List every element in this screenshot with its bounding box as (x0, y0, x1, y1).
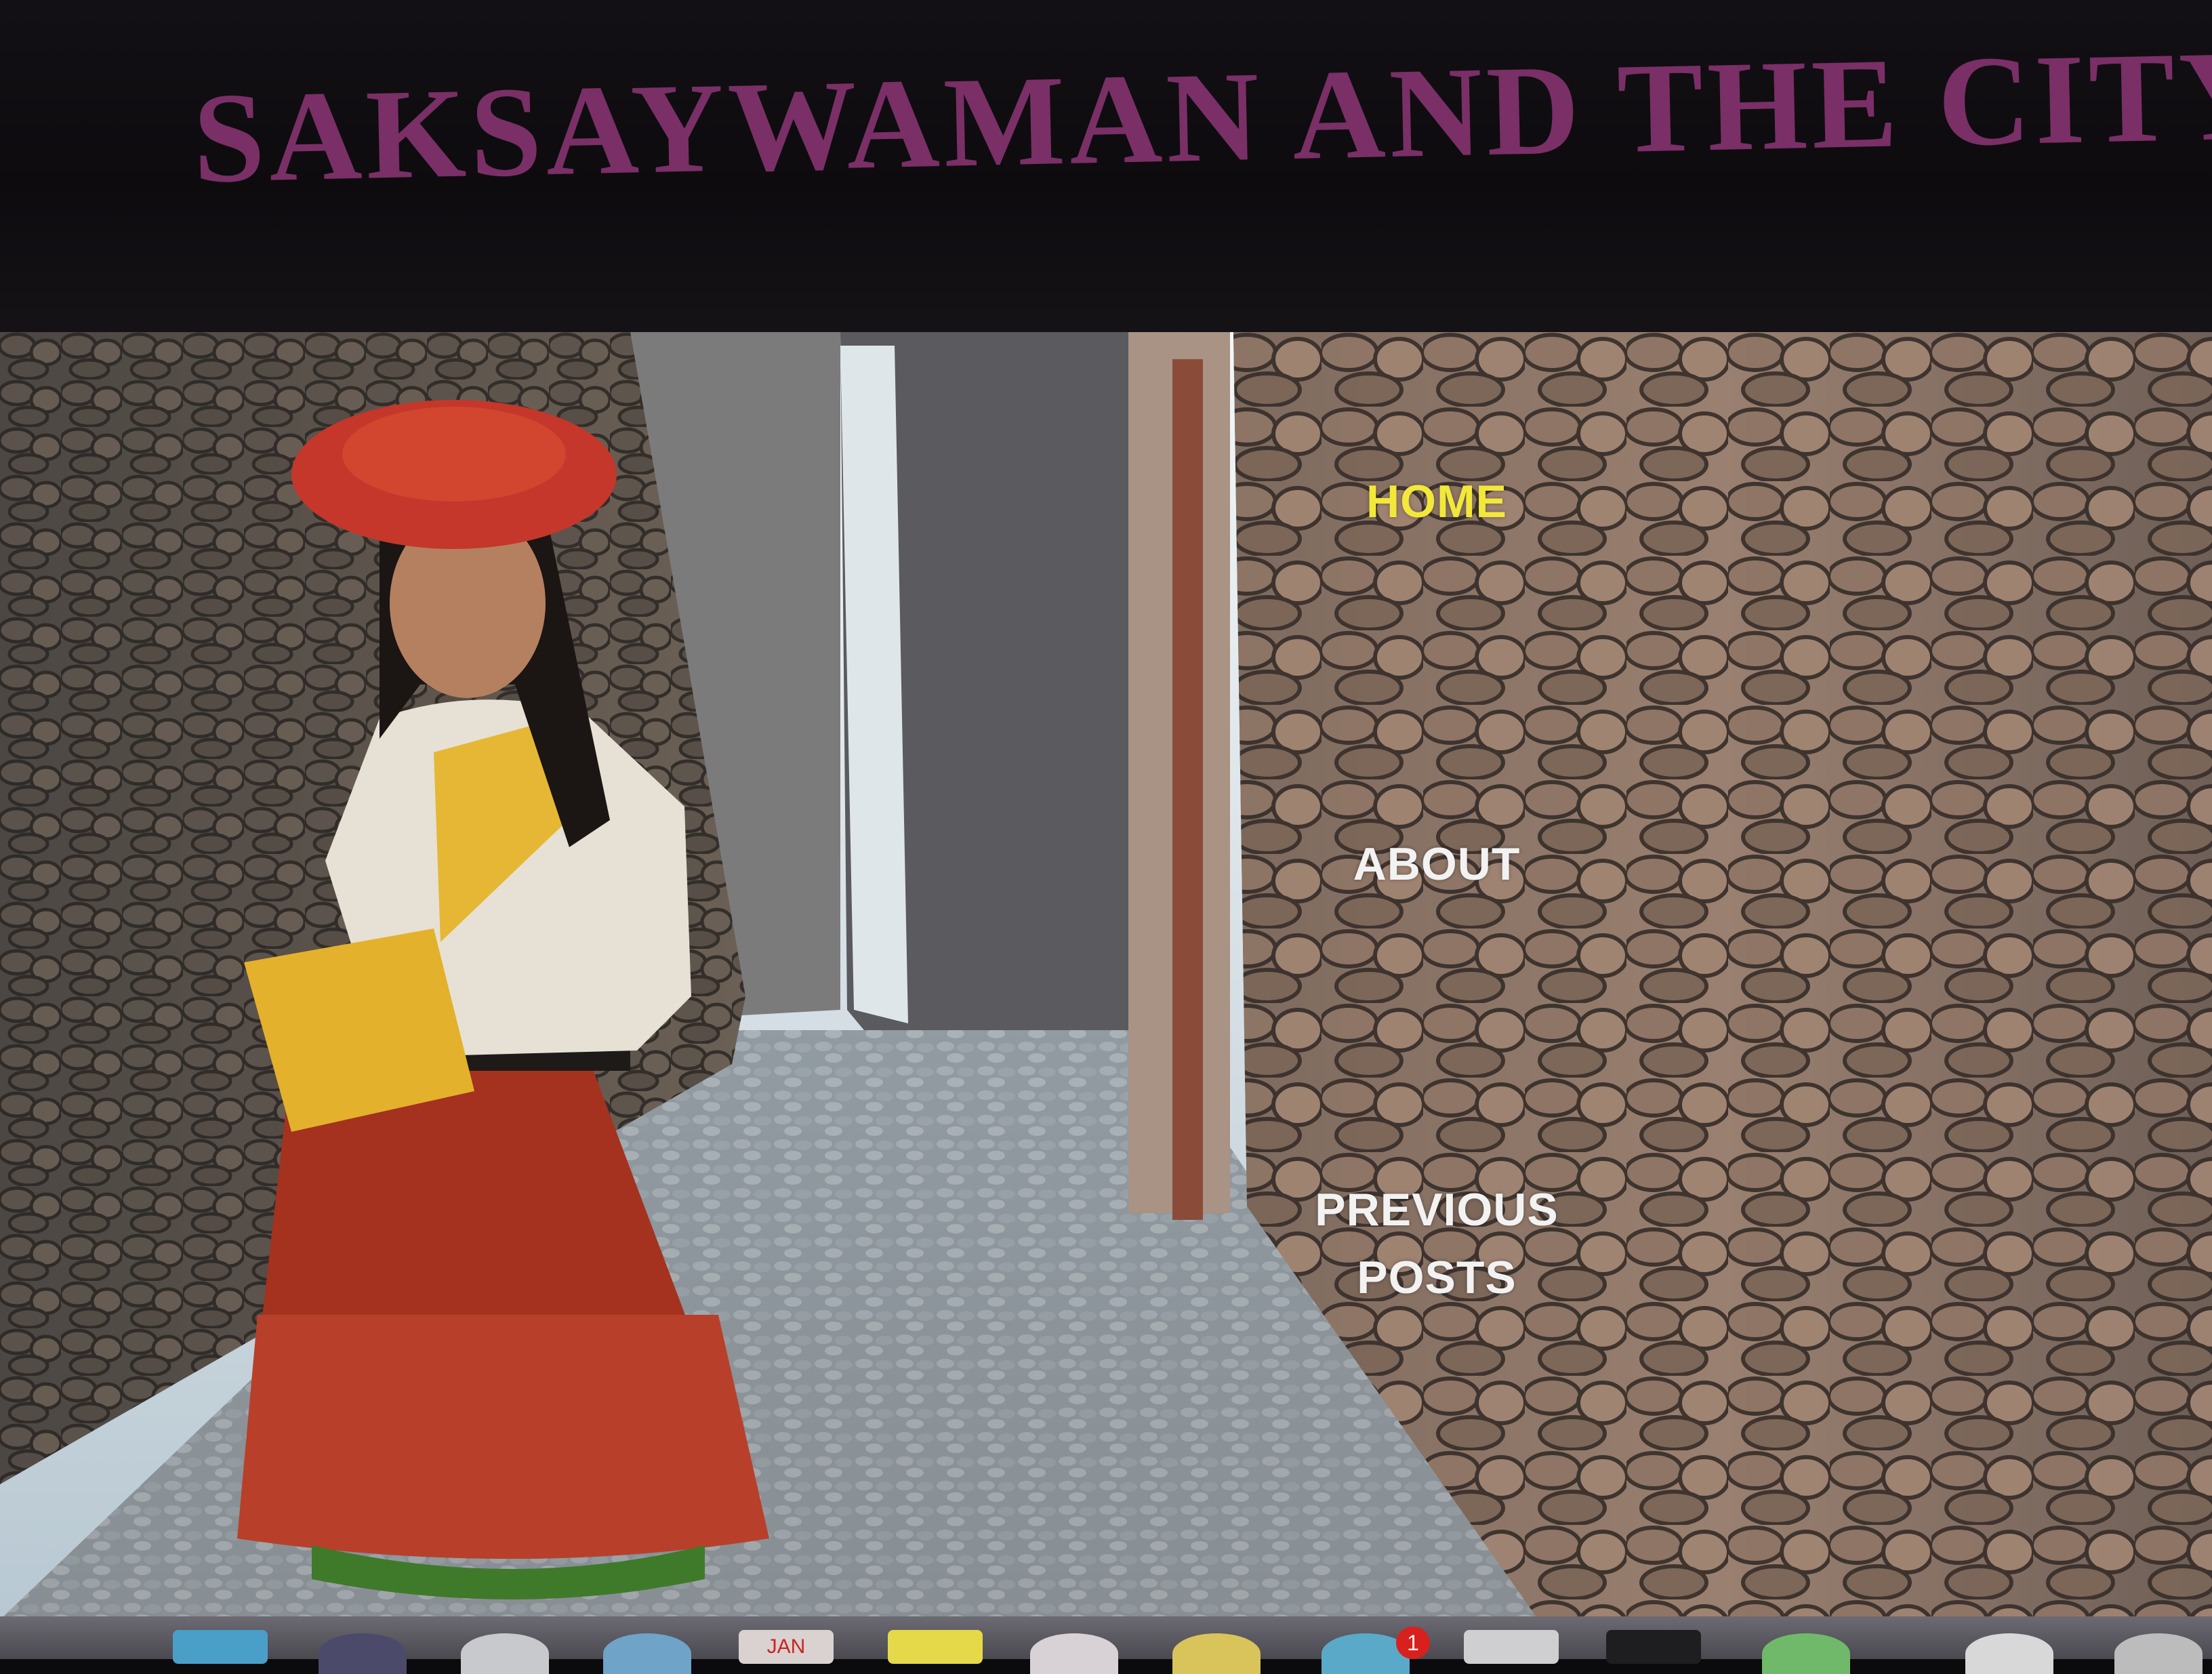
app-icon[interactable] (1030, 1633, 1118, 1674)
app-icon[interactable] (1762, 1633, 1850, 1674)
app-icon[interactable] (319, 1633, 407, 1674)
nav-previous-posts-line1: PREVIOUS (1315, 1184, 1559, 1236)
app-icon[interactable] (2114, 1633, 2203, 1674)
nav-home[interactable]: HOME (1233, 468, 1640, 535)
app-icon[interactable] (461, 1633, 549, 1674)
nav-previous-posts-line2: POSTS (1357, 1252, 1517, 1303)
hero-photo: HOME ABOUT PREVIOUS POSTS (0, 332, 2212, 1620)
app-icon[interactable] (1965, 1633, 2053, 1674)
site-title[interactable]: SAKSAYWAMAN AND THE CITY (192, 22, 2212, 213)
site-header: SAKSAYWAMAN AND THE CITY (0, 0, 2212, 339)
mail-badge: 1 (1396, 1627, 1430, 1659)
nav-about[interactable]: ABOUT (1233, 830, 1640, 898)
hero-photo-illustration (0, 332, 2212, 1620)
nav-previous-posts[interactable]: PREVIOUS POSTS (1233, 1176, 1640, 1311)
app-icon[interactable] (1172, 1633, 1261, 1674)
browser-icon[interactable] (603, 1633, 691, 1674)
